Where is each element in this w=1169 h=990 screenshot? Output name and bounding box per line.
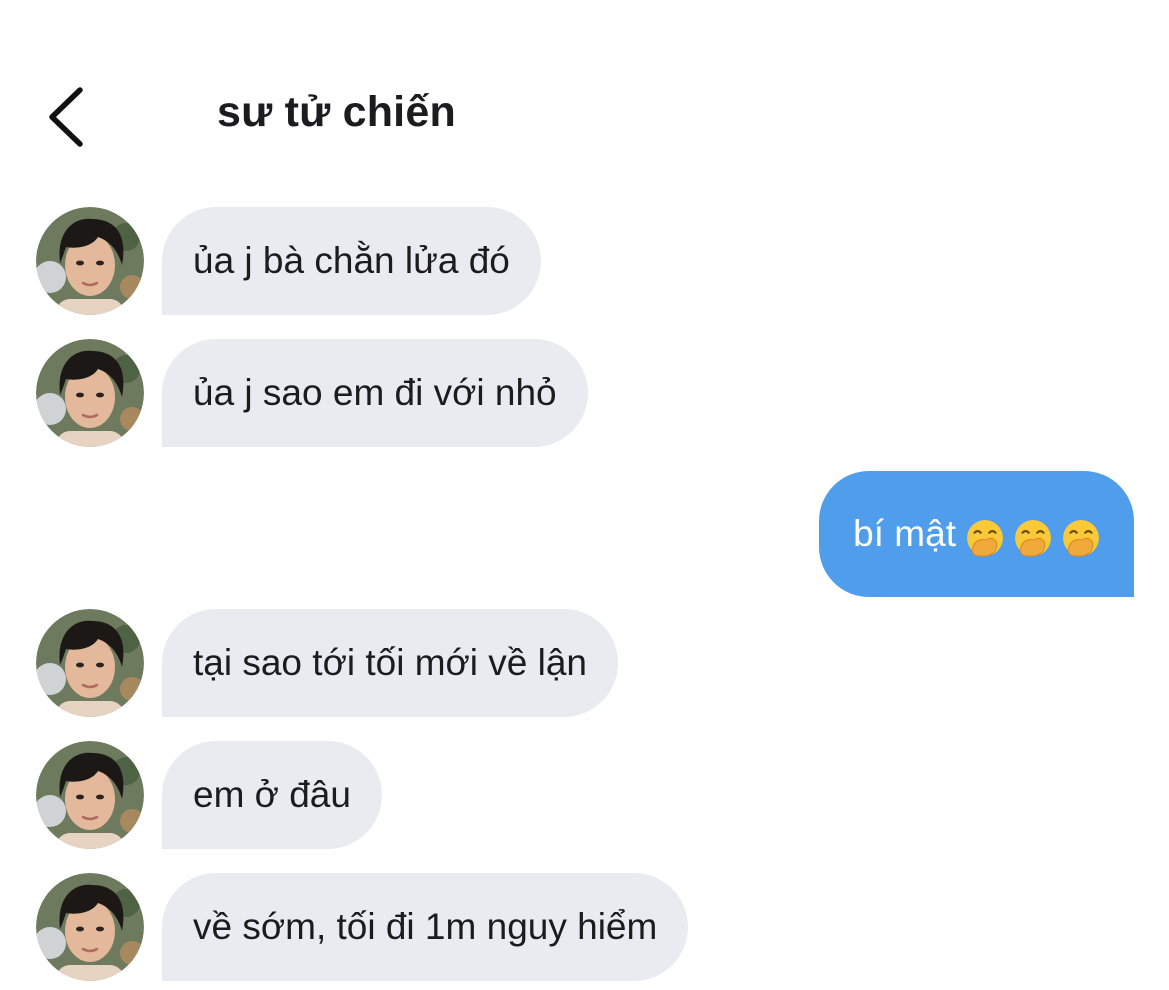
contact-name[interactable]: sư tử chiến [217, 88, 456, 137]
message-text: ủa j bà chằn lửa đó [193, 240, 510, 281]
message-text: tại sao tới tối mới về lận [193, 642, 588, 683]
message-bubble-outgoing[interactable]: bí mật [819, 471, 1134, 597]
avatar[interactable] [36, 207, 144, 315]
message-text: em ở đâu [193, 774, 351, 815]
message-text: về sớm, tối đi 1m nguy hiểm [193, 906, 658, 947]
emoji-group [964, 473, 1100, 599]
message-bubble-incoming[interactable]: ủa j bà chằn lửa đó [162, 207, 541, 315]
hand-over-mouth-emoji-icon [966, 519, 1004, 558]
chat-header: sư tử chiến [0, 0, 1169, 190]
avatar[interactable] [36, 873, 144, 981]
avatar[interactable] [36, 741, 144, 849]
message-bubble-incoming[interactable]: về sớm, tối đi 1m nguy hiểm [162, 873, 689, 981]
avatar[interactable] [36, 609, 144, 717]
avatar[interactable] [36, 339, 144, 447]
hand-over-mouth-emoji-icon [1062, 519, 1100, 558]
chevron-left-icon[interactable] [40, 82, 100, 152]
hand-over-mouth-emoji-icon [1014, 519, 1052, 558]
message-text: bí mật [853, 513, 956, 554]
message-bubble-incoming[interactable]: tại sao tới tối mới về lận [162, 609, 619, 717]
message-bubble-incoming[interactable]: em ở đâu [162, 741, 382, 849]
message-bubble-incoming[interactable]: ủa j sao em đi với nhỏ [162, 339, 588, 447]
message-text: ủa j sao em đi với nhỏ [193, 372, 557, 413]
